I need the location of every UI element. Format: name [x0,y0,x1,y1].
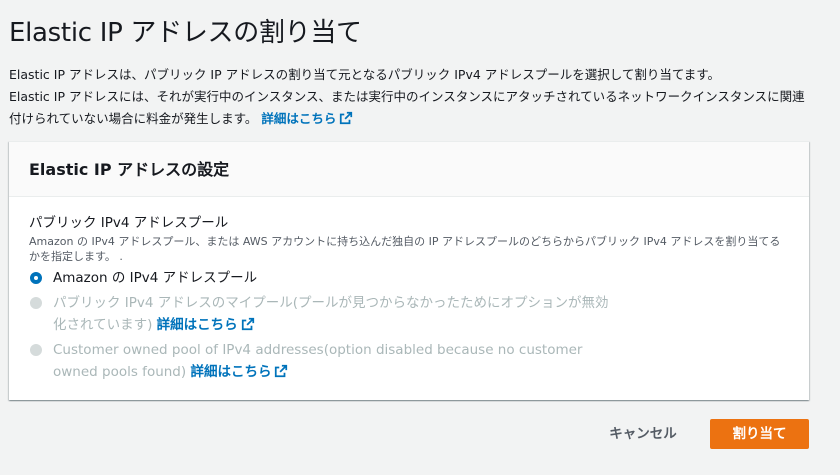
radio-option-my-pool: パブリック IPv4 アドレスのマイプール(プールが見つからなかったためにオプシ… [29,292,799,336]
learn-more-link[interactable]: 詳細はこちら [261,111,353,126]
cancel-button[interactable]: キャンセル [594,420,692,448]
learn-more-label: 詳細はこちら [156,317,238,333]
radio-option-amazon-pool[interactable]: Amazon の IPv4 アドレスプール [29,267,799,289]
learn-more-label: 詳細はこちら [190,364,272,380]
radio-option-label: パブリック IPv4 アドレスのマイプール(プールが見つからなかったためにオプシ… [53,295,609,333]
field-label: パブリック IPv4 アドレスプール [29,215,229,231]
radio-checked-icon[interactable] [30,272,42,284]
page-description: Elastic IP アドレスは、パブリック IP アドレスの割り当て元となるパ… [9,64,809,130]
field-description: Amazon の IPv4 アドレスプール、または AWS アカウントに持ち込ん… [29,235,781,263]
intro-line-2: Elastic IP アドレスには、それが実行中のインスタンス、または実行中のイ… [9,86,809,130]
radio-option-text: Customer owned pool of IPv4 addresses(op… [53,339,613,383]
external-link-icon [275,364,288,378]
external-link-icon [241,317,254,331]
allocate-button[interactable]: 割り当て [710,419,809,449]
settings-panel: Elastic IP アドレスの設定 パブリック IPv4 アドレスプール Am… [9,141,809,400]
intro-line-2-text: Elastic IP アドレスには、それが実行中のインスタンス、または実行中のイ… [9,89,805,126]
panel-title: Elastic IP アドレスの設定 [9,142,809,197]
radio-disabled-icon [30,344,42,356]
radio-option-customer-owned-pool: Customer owned pool of IPv4 addresses(op… [29,339,799,383]
page-title: Elastic IP アドレスの割り当て [9,18,362,48]
radio-option-text: パブリック IPv4 アドレスのマイプール(プールが見つからなかったためにオプシ… [53,292,613,336]
radio-option-label: Amazon の IPv4 アドレスプール [53,270,258,286]
learn-more-label: 詳細はこちら [261,111,337,126]
my-pool-learn-more-link[interactable]: 詳細はこちら [157,317,255,333]
customer-pool-learn-more-link[interactable]: 詳細はこちら [190,364,288,380]
radio-option-label: Customer owned pool of IPv4 addresses(op… [53,342,583,380]
ipv4-pool-field: パブリック IPv4 アドレスプール Amazon の IPv4 アドレスプール… [29,214,799,383]
intro-line-1: Elastic IP アドレスは、パブリック IP アドレスの割り当て元となるパ… [9,67,721,82]
radio-disabled-icon [30,297,42,309]
external-link-icon [340,111,353,125]
